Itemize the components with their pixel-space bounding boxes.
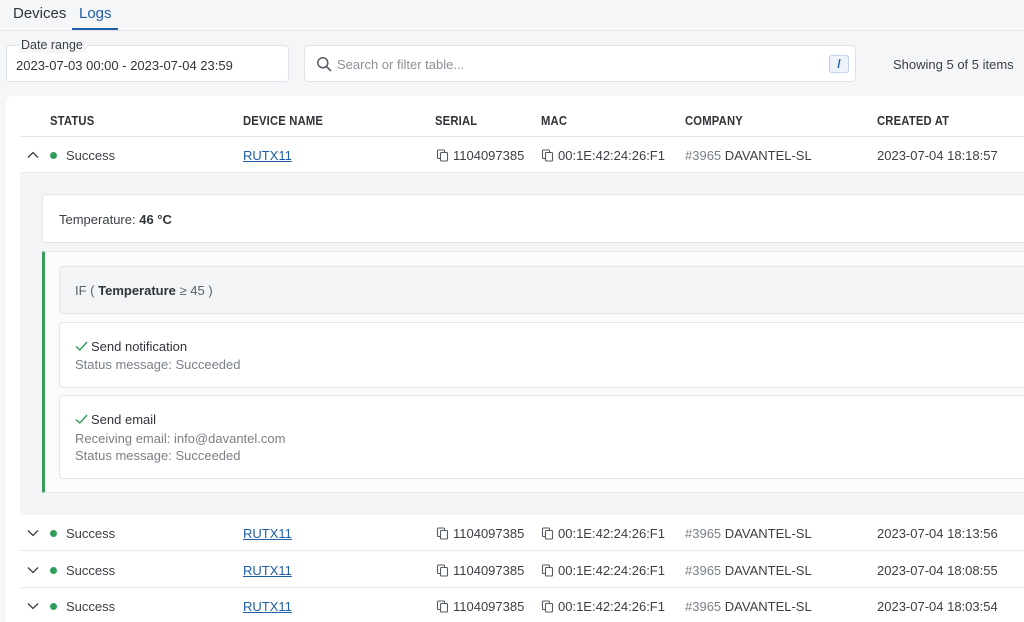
mac-cell: 00:1E:42:24:26:F1	[541, 526, 665, 541]
company-name: DAVANTEL-SL	[724, 526, 812, 541]
chevron-down-icon[interactable]	[26, 599, 40, 613]
action-title: Send email	[91, 412, 157, 427]
active-tab-indicator	[72, 28, 118, 30]
column-header-serial[interactable]: SERIAL	[435, 114, 477, 128]
column-header-company[interactable]: COMPANY	[685, 114, 743, 128]
serial-cell: 1104097385	[436, 148, 524, 163]
copy-icon[interactable]	[436, 564, 449, 577]
company-id: #3965	[685, 148, 722, 163]
action-send-email: Send email Receiving email: info@davante…	[59, 395, 1024, 479]
check-icon	[75, 341, 88, 351]
condition-operator: ≥ 45 )	[179, 283, 213, 298]
column-header-device-name[interactable]: DEVICE NAME	[243, 114, 323, 128]
company-id: #3965	[685, 526, 722, 541]
company-cell: #3965 DAVANTEL-SL	[685, 148, 812, 163]
action-title: Send notification	[91, 339, 188, 354]
table-row[interactable]: Success RUTX11 1104097385 00:1E:42:24:26…	[20, 588, 1024, 622]
mac-value: 00:1E:42:24:26:F1	[558, 599, 665, 614]
company-id: #3965	[685, 599, 722, 614]
mac-value: 00:1E:42:24:26:F1	[558, 148, 665, 163]
mac-value: 00:1E:42:24:26:F1	[558, 563, 665, 578]
tab-devices[interactable]: Devices	[13, 5, 66, 22]
date-range-value: 2023-07-03 00:00 - 2023-07-04 23:59	[16, 58, 233, 73]
rule-block: IF ( Temperature ≥ 45 ) Send notificatio…	[42, 251, 1024, 493]
company-name: DAVANTEL-SL	[724, 148, 812, 163]
status-text: Success	[66, 563, 116, 578]
mac-cell: 00:1E:42:24:26:F1	[541, 599, 665, 614]
chevron-down-icon[interactable]	[26, 526, 40, 540]
device-name-link[interactable]: RUTX11	[243, 526, 292, 541]
search-shortcut-badge: /	[829, 55, 849, 73]
status-success-dot	[50, 603, 57, 610]
date-range-picker[interactable]: Date range 2023-07-03 00:00 - 2023-07-04…	[6, 38, 289, 82]
serial-cell: 1104097385	[436, 526, 524, 541]
search-input[interactable]	[337, 54, 817, 74]
serial-value: 1104097385	[453, 563, 525, 578]
condition-box: IF ( Temperature ≥ 45 )	[59, 266, 1024, 314]
search-box[interactable]: /	[304, 45, 856, 82]
column-header-mac[interactable]: MAC	[541, 114, 567, 128]
temperature-value: 46 °C	[139, 212, 172, 227]
device-name-link[interactable]: RUTX11	[243, 563, 292, 578]
mac-value: 00:1E:42:24:26:F1	[558, 526, 665, 541]
search-icon	[317, 57, 332, 72]
copy-icon[interactable]	[436, 149, 449, 162]
condition-prefix: IF (	[75, 283, 95, 298]
table-header: STATUS DEVICE NAME SERIAL MAC COMPANY CR…	[20, 104, 1024, 137]
serial-cell: 1104097385	[436, 599, 524, 614]
company-cell: #3965 DAVANTEL-SL	[685, 599, 812, 614]
copy-icon[interactable]	[541, 527, 554, 540]
status-success-dot	[50, 530, 57, 537]
status-text: Success	[66, 599, 116, 614]
company-cell: #3965 DAVANTEL-SL	[685, 526, 812, 541]
item-count: Showing 5 of 5 items	[893, 57, 1014, 72]
copy-icon[interactable]	[541, 564, 554, 577]
created-at: 2023-07-04 18:18:57	[877, 148, 998, 163]
copy-icon[interactable]	[541, 600, 554, 613]
device-name-link[interactable]: RUTX11	[243, 599, 292, 614]
check-icon	[75, 414, 88, 424]
mac-cell: 00:1E:42:24:26:F1	[541, 563, 665, 578]
copy-icon[interactable]	[541, 149, 554, 162]
created-at: 2023-07-04 18:13:56	[877, 526, 998, 541]
column-header-status[interactable]: STATUS	[50, 114, 94, 128]
table-row[interactable]: Success RUTX11 1104097385 00:1E:42:24:26…	[20, 515, 1024, 551]
status-success-dot	[50, 567, 57, 574]
chevron-down-icon[interactable]	[26, 563, 40, 577]
column-header-created-at[interactable]: CREATED AT	[877, 114, 949, 128]
status-success-dot	[50, 152, 57, 159]
company-name: DAVANTEL-SL	[724, 563, 812, 578]
date-range-label: Date range	[19, 38, 87, 53]
temperature-label: Temperature:	[59, 212, 136, 227]
device-name-link[interactable]: RUTX11	[243, 148, 292, 163]
created-at: 2023-07-04 18:08:55	[877, 563, 998, 578]
copy-icon[interactable]	[436, 600, 449, 613]
action-status-message: Status message: Succeeded	[75, 357, 241, 372]
created-at: 2023-07-04 18:03:54	[877, 599, 998, 614]
status-text: Success	[66, 526, 116, 541]
table-row[interactable]: Success RUTX11 1104097385 00:1E:42:24:26…	[20, 137, 1024, 173]
serial-value: 1104097385	[453, 526, 525, 541]
tab-logs[interactable]: Logs	[79, 5, 112, 22]
tab-bar: Devices Logs	[0, 0, 1024, 31]
company-id: #3965	[685, 563, 722, 578]
action-status-message: Status message: Succeeded	[75, 448, 241, 463]
mac-cell: 00:1E:42:24:26:F1	[541, 148, 665, 163]
serial-cell: 1104097385	[436, 563, 524, 578]
table-row[interactable]: Success RUTX11 1104097385 00:1E:42:24:26…	[20, 552, 1024, 588]
action-send-notification: Send notification Status message: Succee…	[59, 322, 1024, 388]
chevron-up-icon[interactable]	[26, 148, 40, 162]
action-receiving-email: Receiving email: info@davantel.com	[75, 431, 286, 446]
copy-icon[interactable]	[436, 527, 449, 540]
temperature-box: Temperature: 46 °C	[42, 194, 1024, 243]
company-cell: #3965 DAVANTEL-SL	[685, 563, 812, 578]
serial-value: 1104097385	[453, 599, 525, 614]
serial-value: 1104097385	[453, 148, 525, 163]
row-detail-panel: Temperature: 46 °C IF ( Temperature ≥ 45…	[20, 173, 1024, 515]
condition-field: Temperature	[98, 283, 176, 298]
status-text: Success	[66, 148, 116, 163]
company-name: DAVANTEL-SL	[724, 599, 812, 614]
